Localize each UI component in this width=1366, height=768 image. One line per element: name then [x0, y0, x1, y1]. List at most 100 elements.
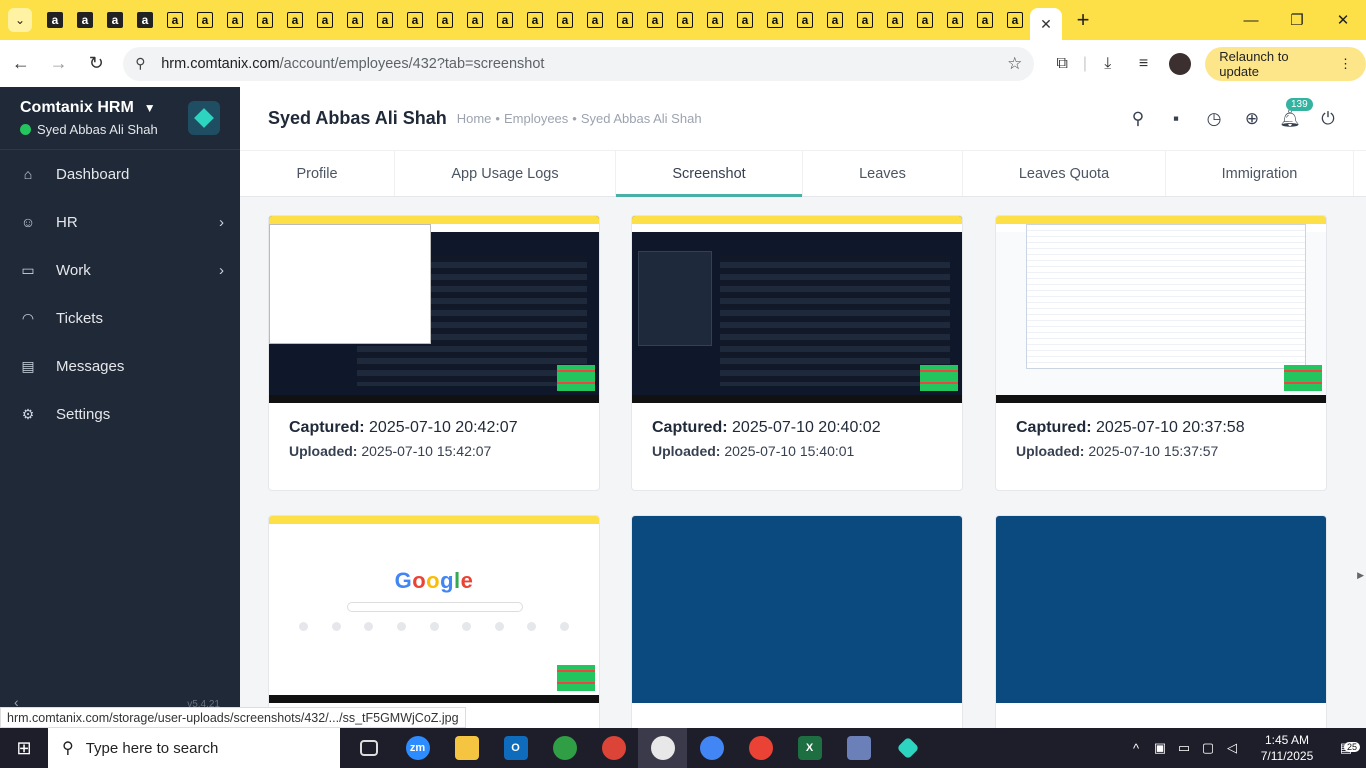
- browser-tab[interactable]: a: [850, 4, 880, 36]
- maximize-icon[interactable]: ❐: [1274, 0, 1320, 40]
- chrome-icon[interactable]: [638, 728, 687, 768]
- tab-immigration[interactable]: Immigration: [1166, 151, 1354, 196]
- browser-tab[interactable]: a: [430, 4, 460, 36]
- windows-start-icon[interactable]: ⊞: [0, 728, 48, 768]
- screenshot-card[interactable]: Google: [268, 515, 600, 728]
- chrome-icon[interactable]: [589, 728, 638, 768]
- breadcrumb-home[interactable]: Home: [457, 111, 492, 126]
- volume-icon[interactable]: ◁: [1220, 740, 1244, 756]
- power-icon[interactable]: ⏻: [1320, 109, 1336, 128]
- browser-tab[interactable]: a: [460, 4, 490, 36]
- screenshot-thumbnail[interactable]: Google: [269, 516, 599, 703]
- outlook-icon[interactable]: O: [491, 728, 540, 768]
- browser-tab[interactable]: a: [910, 4, 940, 36]
- screenshot-thumbnail[interactable]: [269, 216, 599, 403]
- comtanix-app-icon[interactable]: [883, 728, 932, 768]
- taskbar-search[interactable]: ⚲ Type here to search: [48, 728, 340, 768]
- file-explorer-icon[interactable]: [442, 728, 491, 768]
- tab-app-usage-logs[interactable]: App Usage Logs: [395, 151, 616, 196]
- browser-tab[interactable]: a: [550, 4, 580, 36]
- chrome-icon[interactable]: [687, 728, 736, 768]
- browser-tab[interactable]: a: [670, 4, 700, 36]
- screenshot-card[interactable]: Captured: 2025-07-10 20:40:02 Uploaded: 2…: [631, 215, 963, 491]
- browser-tab[interactable]: a: [520, 4, 550, 36]
- screenshot-thumbnail[interactable]: [996, 516, 1326, 703]
- excel-icon[interactable]: X: [785, 728, 834, 768]
- zoom-app-icon[interactable]: zm: [393, 728, 442, 768]
- screenshot-card[interactable]: [995, 515, 1327, 728]
- chevron-up-icon[interactable]: ^: [1124, 741, 1148, 756]
- sticky-note-icon[interactable]: ▪: [1168, 109, 1184, 128]
- screenshot-card[interactable]: [631, 515, 963, 728]
- screenshot-thumbnail[interactable]: [632, 216, 962, 403]
- browser-tab[interactable]: a: [400, 4, 430, 36]
- sidebar-item-hr[interactable]: ☺ HR ›: [0, 198, 240, 246]
- screenshot-thumbnail[interactable]: [996, 216, 1326, 403]
- network-icon[interactable]: ▢: [1196, 740, 1220, 756]
- sidebar-item-work[interactable]: ▭ Work ›: [0, 246, 240, 294]
- browser-tab[interactable]: a: [760, 4, 790, 36]
- browser-tab[interactable]: a: [1000, 4, 1030, 36]
- task-view-icon[interactable]: [344, 728, 393, 768]
- breadcrumb-employees[interactable]: Employees: [504, 111, 568, 126]
- browser-tab[interactable]: a: [940, 4, 970, 36]
- browser-tab[interactable]: a: [160, 4, 190, 36]
- forward-arrow-icon[interactable]: →: [42, 47, 76, 81]
- back-arrow-icon[interactable]: ←: [4, 47, 38, 81]
- minimize-icon[interactable]: —: [1228, 0, 1274, 40]
- relaunch-button[interactable]: Relaunch to update ⋮: [1205, 46, 1366, 81]
- browser-tab[interactable]: a: [490, 4, 520, 36]
- screenshot-card[interactable]: Captured: 2025-07-10 20:42:07 Uploaded: 2…: [268, 215, 600, 491]
- browser-tab[interactable]: a: [700, 4, 730, 36]
- tab-screenshot[interactable]: Screenshot: [616, 151, 803, 197]
- download-icon[interactable]: ⤓: [1090, 47, 1126, 81]
- add-icon[interactable]: ⊕: [1244, 109, 1260, 128]
- browser-tab[interactable]: a: [190, 4, 220, 36]
- screenshot-card[interactable]: Captured: 2025-07-10 20:37:58 Uploaded: 2…: [995, 215, 1327, 491]
- tab-profile[interactable]: Profile: [240, 151, 395, 196]
- browser-tab[interactable]: a: [220, 4, 250, 36]
- chrome-icon[interactable]: [540, 728, 589, 768]
- browser-tab[interactable]: a: [580, 4, 610, 36]
- active-tab-close-icon[interactable]: ✕: [1030, 8, 1062, 40]
- battery-icon[interactable]: ▭: [1172, 740, 1196, 756]
- tab-search-chevron-icon[interactable]: ⌄: [8, 8, 32, 32]
- new-tab-button[interactable]: +: [1068, 5, 1098, 35]
- browser-tab[interactable]: a: [250, 4, 280, 36]
- reload-icon[interactable]: ↻: [79, 47, 113, 81]
- sidebar-item-dashboard[interactable]: ⌂ Dashboard: [0, 150, 240, 198]
- notification-center-icon[interactable]: ▤ 25: [1326, 740, 1366, 756]
- browser-tab[interactable]: a: [880, 4, 910, 36]
- close-window-icon[interactable]: ✕: [1320, 0, 1366, 40]
- tab-leaves[interactable]: Leaves: [803, 151, 963, 196]
- calculator-icon[interactable]: [834, 728, 883, 768]
- site-settings-icon[interactable]: ⚲: [135, 55, 157, 72]
- browser-tab[interactable]: a: [340, 4, 370, 36]
- taskbar-clock[interactable]: 1:45 AM 7/11/2025: [1248, 732, 1326, 764]
- chevron-down-icon[interactable]: ▼: [144, 101, 156, 115]
- browser-tab[interactable]: a: [970, 4, 1000, 36]
- browser-tab[interactable]: a: [730, 4, 760, 36]
- tab-leaves-quota[interactable]: Leaves Quota: [963, 151, 1166, 196]
- clock-icon[interactable]: ◷: [1206, 109, 1222, 128]
- search-icon[interactable]: ⚲: [1130, 109, 1146, 128]
- bell-icon[interactable]: 🔔︎ 139: [1279, 97, 1313, 128]
- more-menu-icon[interactable]: ⋮: [1339, 56, 1352, 72]
- browser-tab[interactable]: a: [370, 4, 400, 36]
- browser-tab[interactable]: a: [610, 4, 640, 36]
- browser-tab[interactable]: a: [820, 4, 850, 36]
- browser-tab[interactable]: a: [280, 4, 310, 36]
- address-bar[interactable]: ⚲ hrm.comtanix.com /account/employees/43…: [123, 46, 1035, 81]
- extensions-icon[interactable]: ⧉: [1044, 47, 1080, 81]
- page-scrollbar[interactable]: ▶: [1354, 150, 1366, 728]
- browser-tab[interactable]: a: [100, 4, 130, 36]
- browser-tab[interactable]: a: [310, 4, 340, 36]
- profile-avatar[interactable]: [1169, 52, 1192, 75]
- display-icon[interactable]: ▣: [1148, 740, 1172, 756]
- browser-tab[interactable]: a: [640, 4, 670, 36]
- sidebar-item-tickets[interactable]: ◠ Tickets: [0, 294, 240, 342]
- browser-tab[interactable]: a: [70, 4, 100, 36]
- media-control-icon[interactable]: ≡: [1126, 47, 1162, 81]
- browser-tab[interactable]: a: [790, 4, 820, 36]
- bookmark-star-icon[interactable]: ☆: [1007, 54, 1022, 74]
